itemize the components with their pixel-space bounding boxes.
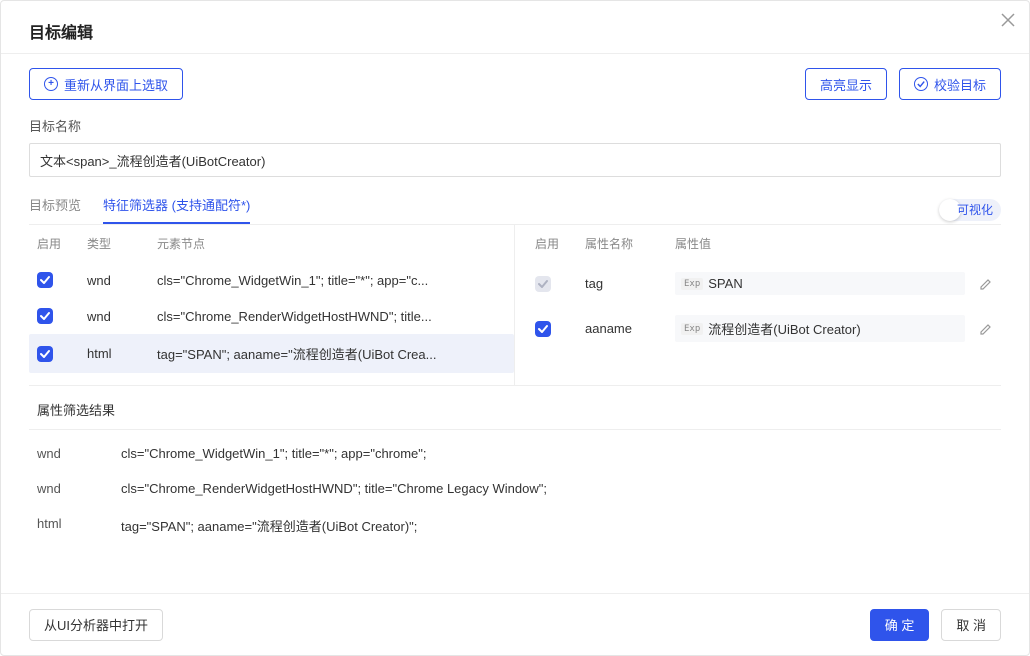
edit-icon[interactable] <box>979 277 993 291</box>
open-analyzer-label: 从UI分析器中打开 <box>44 615 148 634</box>
node-selector: tag="SPAN"; aaname="流程创造者(UiBot Crea... <box>157 344 506 363</box>
visual-switch-label: 可视化 <box>957 201 993 218</box>
visual-switch[interactable]: 可视化 <box>939 199 1001 221</box>
split-panel: 启用 类型 元素节点 wndcls="Chrome_WidgetWin_1"; … <box>29 225 1001 386</box>
col-attrname-header: 属性名称 <box>585 235 675 252</box>
enable-checkbox[interactable] <box>37 272 53 288</box>
attr-value-box[interactable]: Exp 流程创造者(UiBot Creator) <box>675 315 965 342</box>
reselect-button[interactable]: 重新从界面上选取 <box>29 68 183 100</box>
enable-checkbox <box>535 276 551 292</box>
cancel-button[interactable]: 取 消 <box>941 609 1001 641</box>
modal-title: 目标编辑 <box>29 19 93 43</box>
result-row: wndcls="Chrome_WidgetWin_1"; title="*"; … <box>29 436 1001 471</box>
open-analyzer-button[interactable]: 从UI分析器中打开 <box>29 609 163 641</box>
result-type: wnd <box>37 481 121 496</box>
ok-button-label: 确 定 <box>885 615 915 634</box>
attr-value: SPAN <box>708 276 959 291</box>
modal-footer: 从UI分析器中打开 确 定 取 消 <box>1 593 1029 655</box>
reselect-button-label: 重新从界面上选取 <box>64 75 168 94</box>
cancel-button-label: 取 消 <box>956 615 986 634</box>
target-name-input[interactable] <box>29 143 1001 177</box>
node-selector: cls="Chrome_RenderWidgetHostHWND"; title… <box>157 309 506 324</box>
node-selector: cls="Chrome_WidgetWin_1"; title="*"; app… <box>157 273 506 288</box>
attributes-panel: 启用 属性名称 属性值 tag Exp SPAN aaname Exp 流程创造者(UiB… <box>515 225 1001 385</box>
col-attrval-header: 属性值 <box>675 235 993 252</box>
result-selector: cls="Chrome_RenderWidgetHostHWND"; title… <box>121 481 993 496</box>
top-button-row: 重新从界面上选取 高亮显示 校验目标 <box>29 68 1001 100</box>
target-icon <box>44 77 58 91</box>
node-row[interactable]: wndcls="Chrome_RenderWidgetHostHWND"; ti… <box>29 298 514 334</box>
result-selector: cls="Chrome_WidgetWin_1"; title="*"; app… <box>121 446 993 461</box>
exp-badge: Exp <box>681 278 703 290</box>
modal-body: 重新从界面上选取 高亮显示 校验目标 目标名称 目标预览 特征筛选器 (支持通配… <box>1 54 1029 593</box>
attr-name: tag <box>585 276 675 291</box>
attrs-table-header: 启用 属性名称 属性值 <box>527 225 1001 262</box>
node-type: wnd <box>87 273 157 288</box>
edit-icon[interactable] <box>979 322 993 336</box>
node-row[interactable]: htmltag="SPAN"; aaname="流程创造者(UiBot Crea… <box>29 334 514 373</box>
result-selector: tag="SPAN"; aaname="流程创造者(UiBot Creator)… <box>121 516 993 535</box>
filter-results-section: 属性筛选结果 wndcls="Chrome_WidgetWin_1"; titl… <box>29 400 1001 545</box>
ok-button[interactable]: 确 定 <box>870 609 930 641</box>
filter-results-title: 属性筛选结果 <box>29 400 1001 429</box>
element-nodes-panel: 启用 类型 元素节点 wndcls="Chrome_WidgetWin_1"; … <box>29 225 515 385</box>
attr-value: 流程创造者(UiBot Creator) <box>708 319 959 338</box>
result-type: wnd <box>37 446 121 461</box>
modal-header: 目标编辑 <box>1 1 1029 53</box>
enable-checkbox[interactable] <box>37 308 53 324</box>
col-node-header: 元素节点 <box>157 235 506 252</box>
divider <box>29 429 1001 430</box>
result-row: htmltag="SPAN"; aaname="流程创造者(UiBot Crea… <box>29 506 1001 545</box>
col-enable-header: 启用 <box>37 235 87 252</box>
validate-button[interactable]: 校验目标 <box>899 68 1001 100</box>
close-icon[interactable] <box>1001 13 1015 27</box>
col-type-header: 类型 <box>87 235 157 252</box>
tab-preview[interactable]: 目标预览 <box>29 195 81 224</box>
highlight-button-label: 高亮显示 <box>820 75 872 94</box>
target-name-label: 目标名称 <box>29 116 1001 135</box>
node-type: wnd <box>87 309 157 324</box>
result-row: wndcls="Chrome_RenderWidgetHostHWND"; ti… <box>29 471 1001 506</box>
tab-selector[interactable]: 特征筛选器 (支持通配符*) <box>103 195 250 224</box>
target-editor-modal: 目标编辑 重新从界面上选取 高亮显示 校验目标 目标名称 <box>0 0 1030 656</box>
node-type: html <box>87 346 157 361</box>
attr-row: tag Exp SPAN <box>527 262 1001 305</box>
enable-checkbox[interactable] <box>535 321 551 337</box>
col-enable-header: 启用 <box>535 235 585 252</box>
validate-button-label: 校验目标 <box>934 75 986 94</box>
node-row[interactable]: wndcls="Chrome_WidgetWin_1"; title="*"; … <box>29 262 514 298</box>
exp-badge: Exp <box>681 323 703 335</box>
check-circle-icon <box>914 77 928 91</box>
nodes-table-header: 启用 类型 元素节点 <box>29 225 514 262</box>
tabs-row: 目标预览 特征筛选器 (支持通配符*) 可视化 <box>29 195 1001 224</box>
attr-name: aaname <box>585 321 675 336</box>
attr-row: aaname Exp 流程创造者(UiBot Creator) <box>527 305 1001 352</box>
attr-value-box[interactable]: Exp SPAN <box>675 272 965 295</box>
enable-checkbox[interactable] <box>37 346 53 362</box>
highlight-button[interactable]: 高亮显示 <box>805 68 887 100</box>
result-type: html <box>37 516 121 535</box>
